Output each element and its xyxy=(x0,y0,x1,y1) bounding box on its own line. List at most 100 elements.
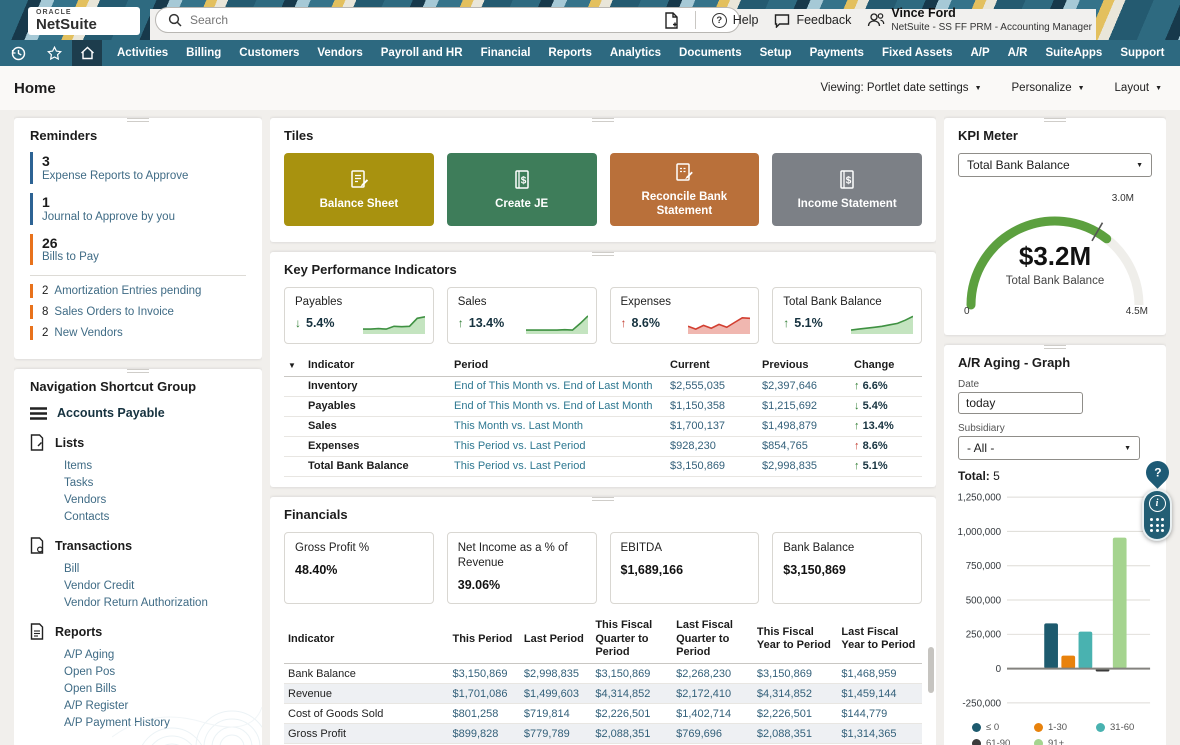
link-tasks[interactable]: Tasks xyxy=(30,474,246,491)
new-document-button[interactable] xyxy=(664,12,679,29)
table-row[interactable]: ExpensesThis Period vs. Last Period$928,… xyxy=(284,436,922,456)
reminder-label[interactable]: New Vendors xyxy=(54,327,122,339)
shortcuts-star-button[interactable] xyxy=(36,40,72,66)
tile-reconcile-bank-statement[interactable]: Reconcile Bank Statement xyxy=(610,153,760,226)
recent-records-button[interactable] xyxy=(0,40,36,66)
nav-item-ap[interactable]: A/P xyxy=(961,47,998,59)
table-scrollbar[interactable] xyxy=(928,647,934,693)
financial-card-net-income-pct[interactable]: Net Income as a % of Revenue 39.06% xyxy=(447,532,597,604)
personalize-menu[interactable]: Personalize ▼ xyxy=(1012,82,1085,94)
feedback-button[interactable]: Feedback xyxy=(774,13,851,28)
column-header[interactable]: Previous xyxy=(758,356,850,376)
nav-item-payments[interactable]: Payments xyxy=(801,47,873,59)
reminder-label[interactable]: Sales Orders to Invoice xyxy=(54,306,174,318)
tile-create-je[interactable]: $ Create JE xyxy=(447,153,597,226)
table-row[interactable]: InventoryEnd of This Month vs. End of La… xyxy=(284,376,922,396)
link-ap-aging[interactable]: A/P Aging xyxy=(30,646,246,663)
table-row[interactable]: Bank Balance$3,150,869$2,998,835$3,150,8… xyxy=(284,664,922,684)
nav-item-ar[interactable]: A/R xyxy=(999,47,1037,59)
nav-item-customers[interactable]: Customers xyxy=(230,47,308,59)
tile-balance-sheet[interactable]: Balance Sheet xyxy=(284,153,434,226)
nav-item-analytics[interactable]: Analytics xyxy=(601,47,670,59)
section-reports[interactable]: Reports xyxy=(30,623,246,640)
column-header[interactable]: Last Fiscal Quarter to Period xyxy=(672,616,753,664)
column-header[interactable]: Last Fiscal Year to Period xyxy=(837,616,922,664)
nav-item-suiteapps[interactable]: SuiteApps xyxy=(1036,47,1111,59)
column-header[interactable]: This Fiscal Quarter to Period xyxy=(591,616,672,664)
column-header[interactable]: Change xyxy=(850,356,922,376)
column-header[interactable]: This Fiscal Year to Period xyxy=(753,616,838,664)
link-vendors[interactable]: Vendors xyxy=(30,491,246,508)
link-vendor-return-auth[interactable]: Vendor Return Authorization xyxy=(30,594,246,611)
table-filter-caret[interactable]: ▼ xyxy=(284,356,304,376)
apps-grid-icon[interactable] xyxy=(1150,518,1164,532)
kpi-meter-select[interactable]: Total Bank Balance ▼ xyxy=(958,153,1152,177)
reminder-label[interactable]: Bills to Pay xyxy=(42,251,246,263)
table-row[interactable]: Revenue$1,701,086$1,499,603$4,314,852$2,… xyxy=(284,684,922,704)
kpi-card-sales[interactable]: Sales ↑13.4% xyxy=(447,287,597,344)
nav-item-activities[interactable]: Activities xyxy=(108,47,177,59)
link-bill[interactable]: Bill xyxy=(30,560,246,577)
reminder-label[interactable]: Expense Reports to Approve xyxy=(42,170,246,182)
reminder-amortization-entries[interactable]: 2Amortization Entries pending xyxy=(30,284,246,298)
help-bubble-button[interactable]: ? xyxy=(1141,456,1174,489)
layout-menu[interactable]: Layout ▼ xyxy=(1115,82,1162,94)
help-button[interactable]: ? Help xyxy=(712,13,759,28)
nav-item-documents[interactable]: Documents xyxy=(670,47,751,59)
link-items[interactable]: Items xyxy=(30,457,246,474)
ar-aging-bar-chart[interactable]: 1,250,0001,000,000750,000500,000250,0000… xyxy=(958,487,1154,715)
column-header[interactable]: Last Period xyxy=(520,616,591,664)
reminder-label[interactable]: Journal to Approve by you xyxy=(42,211,246,223)
nav-item-vendors[interactable]: Vendors xyxy=(308,47,371,59)
column-header[interactable]: Period xyxy=(450,356,666,376)
nav-item-billing[interactable]: Billing xyxy=(177,47,230,59)
link-open-pos[interactable]: Open Pos xyxy=(30,663,246,680)
viewing-portlet-date-settings[interactable]: Viewing: Portlet date settings ▼ xyxy=(820,82,981,94)
link-vendor-credit[interactable]: Vendor Credit xyxy=(30,577,246,594)
reminder-label[interactable]: Amortization Entries pending xyxy=(54,285,201,297)
subsidiary-select[interactable]: - All - ▼ xyxy=(958,436,1140,460)
nav-item-reports[interactable]: Reports xyxy=(539,47,600,59)
nav-item-support[interactable]: Support xyxy=(1111,47,1173,59)
nav-item-payroll-hr[interactable]: Payroll and HR xyxy=(372,47,472,59)
link-contacts[interactable]: Contacts xyxy=(30,508,246,525)
financial-card-gross-profit-pct[interactable]: Gross Profit % 48.40% xyxy=(284,532,434,604)
reminder-new-vendors[interactable]: 2New Vendors xyxy=(30,326,246,340)
section-lists[interactable]: Lists xyxy=(30,434,246,451)
column-header[interactable]: Indicator xyxy=(304,356,450,376)
link-ap-register[interactable]: A/P Register xyxy=(30,697,246,714)
column-header[interactable]: Current xyxy=(666,356,758,376)
kpi-card-total-bank-balance[interactable]: Total Bank Balance ↑5.1% xyxy=(772,287,922,344)
tile-income-statement[interactable]: $ Income Statement xyxy=(772,153,922,226)
column-header[interactable]: This Period xyxy=(448,616,519,664)
search-input[interactable] xyxy=(190,13,727,27)
section-transactions[interactable]: Transactions xyxy=(30,537,246,554)
financial-card-bank-balance[interactable]: Bank Balance $3,150,869 xyxy=(772,532,922,604)
table-row[interactable]: SalesThis Month vs. Last Month$1,700,137… xyxy=(284,416,922,436)
table-row[interactable]: PayablesEnd of This Month vs. End of Las… xyxy=(284,396,922,416)
reminder-journal-approve[interactable]: 1 Journal to Approve by you xyxy=(30,193,246,225)
link-open-bills[interactable]: Open Bills xyxy=(30,680,246,697)
link-ap-payment-history[interactable]: A/P Payment History xyxy=(30,714,246,731)
home-tab[interactable] xyxy=(72,40,102,66)
table-row[interactable]: Cost of Goods Sold$801,258$719,814$2,226… xyxy=(284,704,922,724)
date-input[interactable] xyxy=(958,392,1083,414)
accounts-payable-group[interactable]: Accounts Payable xyxy=(30,406,246,420)
netsuite-logo[interactable]: ORACLE NetSuite xyxy=(28,7,140,35)
kpi-card-expenses[interactable]: Expenses ↑8.6% xyxy=(610,287,760,344)
table-row[interactable]: Total Bank BalanceThis Period vs. Last P… xyxy=(284,456,922,476)
table-row[interactable]: Gross Profit$899,828$779,789$2,088,351$7… xyxy=(284,724,922,744)
metric-label: Gross Profit % xyxy=(295,541,423,556)
info-icon[interactable]: i xyxy=(1149,495,1166,512)
kpi-card-payables[interactable]: Payables ↓5.4% xyxy=(284,287,434,344)
user-menu[interactable]: Vince Ford NetSuite - SS FF PRM - Accoun… xyxy=(867,6,1092,34)
reminder-sales-orders[interactable]: 8Sales Orders to Invoice xyxy=(30,305,246,319)
reminder-expense-reports[interactable]: 3 Expense Reports to Approve xyxy=(30,152,246,184)
nav-item-setup[interactable]: Setup xyxy=(751,47,801,59)
nav-item-financial[interactable]: Financial xyxy=(472,47,540,59)
financial-card-ebitda[interactable]: EBITDA $1,689,166 xyxy=(610,532,760,604)
nav-item-fixed-assets[interactable]: Fixed Assets xyxy=(873,47,962,59)
column-header[interactable]: Indicator xyxy=(284,616,448,664)
reminder-bills-to-pay[interactable]: 26 Bills to Pay xyxy=(30,234,246,266)
global-search[interactable] xyxy=(155,7,740,33)
